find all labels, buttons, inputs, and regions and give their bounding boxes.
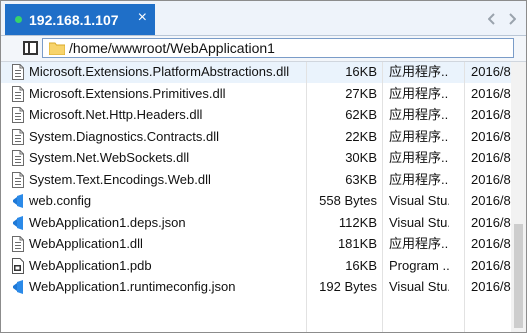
tab-bar: 192.168.1.107 ×: [1, 1, 526, 36]
close-tab-icon[interactable]: ×: [138, 10, 147, 26]
file-name: web.config: [29, 193, 92, 208]
file-type: 应用程序...: [389, 171, 449, 187]
file-list: Microsoft.Extensions.PlatformAbstraction…: [1, 62, 511, 332]
column-divider: [306, 62, 307, 332]
file-type: Visual Stu...: [389, 193, 449, 208]
column-divider: [464, 62, 465, 332]
file-type: 应用程序...: [389, 236, 449, 251]
file-type: Visual Stu...: [389, 214, 449, 230]
file-date: 2016/8: [471, 171, 511, 187]
file-type: 应用程序...: [389, 85, 449, 101]
tab-session[interactable]: 192.168.1.107 ×: [5, 4, 155, 35]
path-input[interactable]: /home/wwwroot/WebApplication1: [42, 38, 514, 58]
file-date: 2016/8: [471, 150, 511, 165]
file-row[interactable]: Microsoft.Extensions.Primitives.dll 27KB 应…: [1, 84, 511, 105]
file-row[interactable]: System.Net.WebSockets.dll 30KB 应用程序... 2016…: [1, 148, 511, 169]
file-date: 2016/8: [471, 85, 511, 101]
file-date: 2016/8: [471, 214, 511, 230]
file-date: 2016/8: [471, 107, 511, 122]
file-row[interactable]: WebApplication1.dll 181KB 应用程序... 2016/8: [1, 234, 511, 255]
file-name: System.Diagnostics.Contracts.dll: [29, 128, 220, 144]
file-row[interactable]: Microsoft.Net.Http.Headers.dll 62KB 应用程序..…: [1, 105, 511, 126]
file-row[interactable]: WebApplication1.deps.json 112KB Visual Stu…: [1, 213, 511, 234]
file-date: 2016/8: [471, 128, 511, 144]
dll-file-icon: [12, 128, 24, 145]
path-bar: /home/wwwroot/WebApplication1: [1, 36, 526, 62]
dll-file-icon: [12, 64, 24, 80]
dll-file-icon: [12, 107, 24, 123]
file-row[interactable]: System.Text.Encodings.Web.dll 63KB 应用程序...…: [1, 170, 511, 191]
file-name: WebApplication1.dll: [29, 236, 143, 251]
file-name: Microsoft.Extensions.Primitives.dll: [29, 85, 226, 101]
pdb-file-icon: [12, 257, 24, 274]
scrollbar-thumb[interactable]: [514, 224, 523, 328]
tab-title: 192.168.1.107: [29, 11, 119, 28]
path-text: /home/wwwroot/WebApplication1: [69, 40, 275, 56]
scroll-tabs-right-icon[interactable]: [505, 12, 519, 26]
file-row[interactable]: System.Diagnostics.Contracts.dll 22KB 应用程序…: [1, 127, 511, 148]
visual-studio-icon: [12, 279, 24, 295]
scroll-tabs-left-icon[interactable]: [485, 12, 499, 26]
file-date: 2016/8: [471, 257, 511, 273]
file-type: 应用程序...: [389, 107, 449, 122]
file-row[interactable]: WebApplication1.pdb 16KB Program ... 2016/8: [1, 256, 511, 277]
file-date: 2016/8: [471, 236, 511, 251]
file-row[interactable]: web.config558 BytesVisual Stu...2016/8: [1, 191, 511, 212]
dll-file-icon: [12, 150, 24, 166]
file-type: 应用程序...: [389, 128, 449, 144]
file-date: 2016/8: [471, 193, 511, 208]
file-name: WebApplication1.runtimeconfig.json: [29, 279, 236, 294]
folder-icon: [49, 42, 65, 55]
file-type: 应用程序...: [389, 150, 449, 165]
dll-file-icon: [12, 171, 24, 188]
file-name: WebApplication1.deps.json: [29, 214, 186, 230]
vertical-scrollbar[interactable]: [511, 62, 526, 332]
column-divider: [382, 62, 383, 332]
file-date: 2016/8: [471, 64, 511, 79]
file-name: Microsoft.Extensions.PlatformAbstraction…: [29, 64, 290, 79]
dll-file-icon: [12, 85, 24, 102]
file-date: 2016/8: [471, 279, 511, 294]
file-type: 应用程序...: [389, 64, 449, 79]
dll-file-icon: [12, 236, 24, 252]
visual-studio-icon: [12, 193, 24, 209]
toggle-sidebar-icon[interactable]: [23, 41, 38, 55]
file-row[interactable]: Microsoft.Extensions.PlatformAbstraction…: [1, 62, 511, 83]
file-type: Visual Stu...: [389, 279, 449, 294]
file-name: Microsoft.Net.Http.Headers.dll: [29, 107, 203, 122]
file-name: WebApplication1.pdb: [29, 257, 152, 273]
file-type: Program ...: [389, 257, 449, 273]
file-name: System.Net.WebSockets.dll: [29, 150, 190, 165]
file-row[interactable]: WebApplication1.runtimeconfig.json 192 By…: [1, 277, 511, 298]
file-browser-window: 192.168.1.107 × /home/wwwroot/WebApplica…: [0, 0, 527, 333]
visual-studio-icon: [12, 215, 24, 231]
file-name: System.Text.Encodings.Web.dll: [29, 171, 211, 187]
connection-status-dot: [15, 16, 22, 23]
